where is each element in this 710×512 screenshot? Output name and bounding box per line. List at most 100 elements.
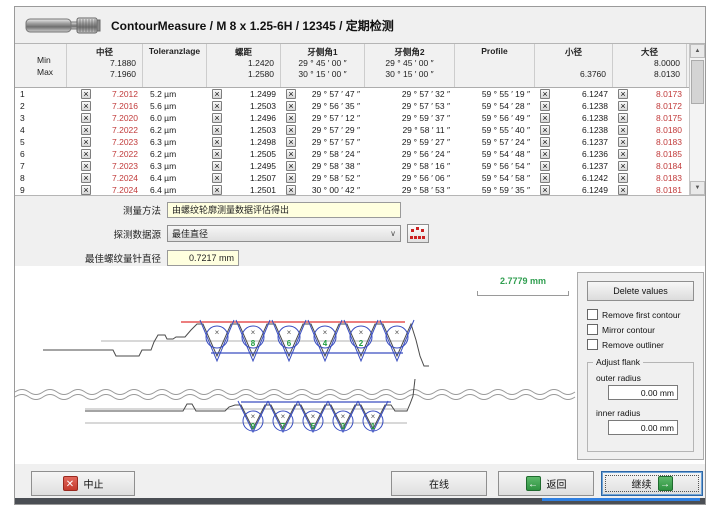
cell-flank-angle-1: 29 ° 58 ′ 52 ″: [312, 173, 360, 183]
checkbox-pitch[interactable]: [212, 161, 222, 171]
table-row[interactable]: 1 7.2012 5.2 µm 1.2499 29 ° 57 ′ 47: [15, 88, 705, 100]
table-scrollbar[interactable]: ▲ ▼: [689, 44, 705, 195]
wire-circle-marker[interactable]: × 5: [303, 411, 323, 431]
table-row[interactable]: 6 7.2022 6.2 µm 1.2505 29 ° 58 ′ 24: [15, 148, 705, 160]
checkbox-major-diameter[interactable]: [618, 137, 628, 147]
wire-circle-marker[interactable]: × 3: [333, 411, 353, 431]
checkbox-pitch-diameter[interactable]: [81, 113, 91, 123]
checkbox-pitch-diameter[interactable]: [81, 185, 91, 195]
abort-button[interactable]: ✕ 中止: [31, 471, 135, 496]
checkbox-pitch[interactable]: [212, 173, 222, 183]
wire-circle-marker[interactable]: × 7: [273, 411, 293, 431]
remove-first-contour-checkbox[interactable]: [587, 309, 598, 320]
checkbox-pitch-diameter[interactable]: [81, 89, 91, 99]
checkbox-major-diameter[interactable]: [618, 185, 628, 195]
checkbox-major-diameter[interactable]: [618, 101, 628, 111]
row-number: 1: [15, 88, 67, 100]
wire-circle-marker[interactable]: ×: [386, 326, 408, 348]
checkbox-flank-angle-1[interactable]: [286, 125, 296, 135]
scroll-up-arrow[interactable]: ▲: [690, 44, 705, 58]
table-row[interactable]: 9 7.2024 6.4 µm 1.2501 30 ° 00 ′ 42: [15, 184, 705, 196]
checkbox-major-diameter[interactable]: [618, 161, 628, 171]
cell-pitch: 1.2503: [250, 125, 276, 135]
column-header-flank-angle-2: 牙侧角2 29 ° 45 ′ 00 ″ 30 ° 15 ′ 00 ″: [365, 44, 455, 87]
measurement-method-field[interactable]: 由螺纹轮廓测量数据评估得出: [167, 202, 401, 218]
checkbox-pitch[interactable]: [212, 149, 222, 159]
checkbox-pitch[interactable]: [212, 89, 222, 99]
checkbox-minor-diameter[interactable]: [540, 149, 550, 159]
checkbox-pitch-diameter[interactable]: [81, 101, 91, 111]
outer-radius-label: outer radius: [596, 373, 687, 383]
checkbox-minor-diameter[interactable]: [540, 161, 550, 171]
wire-circle-marker[interactable]: × 1: [363, 411, 383, 431]
checkbox-flank-angle-1[interactable]: [286, 173, 296, 183]
wire-circle-marker[interactable]: × 2: [350, 326, 372, 348]
best-wire-diameter-label: 最佳螺纹量针直径: [15, 251, 161, 265]
outer-radius-input[interactable]: 0.00 mm: [608, 385, 678, 400]
checkbox-minor-diameter[interactable]: [540, 101, 550, 111]
online-button[interactable]: 在线: [391, 471, 487, 496]
checkbox-major-diameter[interactable]: [618, 89, 628, 99]
checkbox-minor-diameter[interactable]: [540, 125, 550, 135]
checkbox-major-diameter[interactable]: [618, 149, 628, 159]
checkbox-pitch[interactable]: [212, 137, 222, 147]
checkbox-pitch[interactable]: [212, 113, 222, 123]
cell-major-diameter: 8.0184: [656, 161, 682, 171]
checkbox-flank-angle-1[interactable]: [286, 185, 296, 195]
delete-values-button[interactable]: Delete values: [587, 281, 694, 301]
contour-measure-window: ContourMeasure / M 8 x 1.25-6H / 12345 /…: [14, 6, 706, 505]
continue-button[interactable]: 继续 →: [601, 471, 703, 496]
checkbox-pitch[interactable]: [212, 125, 222, 135]
wire-circle-marker[interactable]: ×: [206, 326, 228, 348]
checkbox-flank-angle-1[interactable]: [286, 161, 296, 171]
checkbox-pitch-diameter[interactable]: [81, 149, 91, 159]
checkbox-pitch[interactable]: [212, 185, 222, 195]
checkbox-major-diameter[interactable]: [618, 125, 628, 135]
checkbox-flank-angle-1[interactable]: [286, 89, 296, 99]
wire-circle-marker[interactable]: × 4: [314, 326, 336, 348]
probe-data-source-dropdown[interactable]: 最佳直径 ∨: [167, 225, 401, 242]
svg-text:2: 2: [359, 339, 364, 348]
cell-flank-angle-1: 29 ° 58 ′ 24 ″: [312, 149, 360, 159]
checkbox-pitch-diameter[interactable]: [81, 125, 91, 135]
checkbox-major-diameter[interactable]: [618, 173, 628, 183]
checkbox-pitch-diameter[interactable]: [81, 137, 91, 147]
checkbox-minor-diameter[interactable]: [540, 89, 550, 99]
checkbox-minor-diameter[interactable]: [540, 173, 550, 183]
checkbox-flank-angle-1[interactable]: [286, 137, 296, 147]
table-row[interactable]: 7 7.2023 6.3 µm 1.2495 29 ° 58 ′ 38: [15, 160, 705, 172]
checkbox-minor-diameter[interactable]: [540, 185, 550, 195]
remove-outliner-checkbox[interactable]: [587, 339, 598, 350]
wire-circle-marker[interactable]: × 8: [242, 326, 264, 348]
back-button[interactable]: ← 返回: [498, 471, 594, 496]
checkbox-pitch[interactable]: [212, 101, 222, 111]
checkbox-major-diameter[interactable]: [618, 113, 628, 123]
wire-circle-marker[interactable]: × 6: [278, 326, 300, 348]
checkbox-minor-diameter[interactable]: [540, 113, 550, 123]
svg-text:3: 3: [341, 422, 346, 431]
scroll-down-arrow[interactable]: ▼: [690, 181, 705, 195]
checkbox-flank-angle-1[interactable]: [286, 101, 296, 111]
checkbox-minor-diameter[interactable]: [540, 137, 550, 147]
probe-points-button[interactable]: [407, 224, 429, 243]
scrollbar-thumb[interactable]: [691, 60, 704, 104]
mirror-contour-checkbox[interactable]: [587, 324, 598, 335]
table-row[interactable]: 2 7.2016 5.6 µm 1.2503 29 ° 56 ′ 35: [15, 100, 705, 112]
best-wire-diameter-field[interactable]: 0.7217 mm: [167, 250, 239, 266]
svg-text:×: ×: [281, 412, 286, 421]
table-row[interactable]: 8 7.2024 6.4 µm 1.2507 29 ° 58 ′ 52: [15, 172, 705, 184]
checkbox-pitch-diameter[interactable]: [81, 173, 91, 183]
checkbox-pitch-diameter[interactable]: [81, 161, 91, 171]
table-row[interactable]: 5 7.2023 6.3 µm 1.2498 29 ° 57 ′ 57: [15, 136, 705, 148]
cell-flank-angle-2: 29 ° 59 ′ 27 ″: [402, 137, 450, 147]
checkbox-flank-angle-1[interactable]: [286, 113, 296, 123]
svg-text:1: 1: [371, 422, 376, 431]
table-row[interactable]: 3 7.2020 6.0 µm 1.2496 29 ° 57 ′ 12: [15, 112, 705, 124]
wire-circle-marker[interactable]: × 9: [243, 411, 263, 431]
abort-x-icon: ✕: [63, 476, 78, 491]
adjust-flank-title: Adjust flank: [593, 357, 643, 367]
inner-radius-input[interactable]: 0.00 mm: [608, 420, 678, 435]
checkbox-flank-angle-1[interactable]: [286, 149, 296, 159]
svg-text:×: ×: [287, 328, 292, 337]
table-row[interactable]: 4 7.2022 6.2 µm 1.2503 29 ° 57 ′ 29: [15, 124, 705, 136]
